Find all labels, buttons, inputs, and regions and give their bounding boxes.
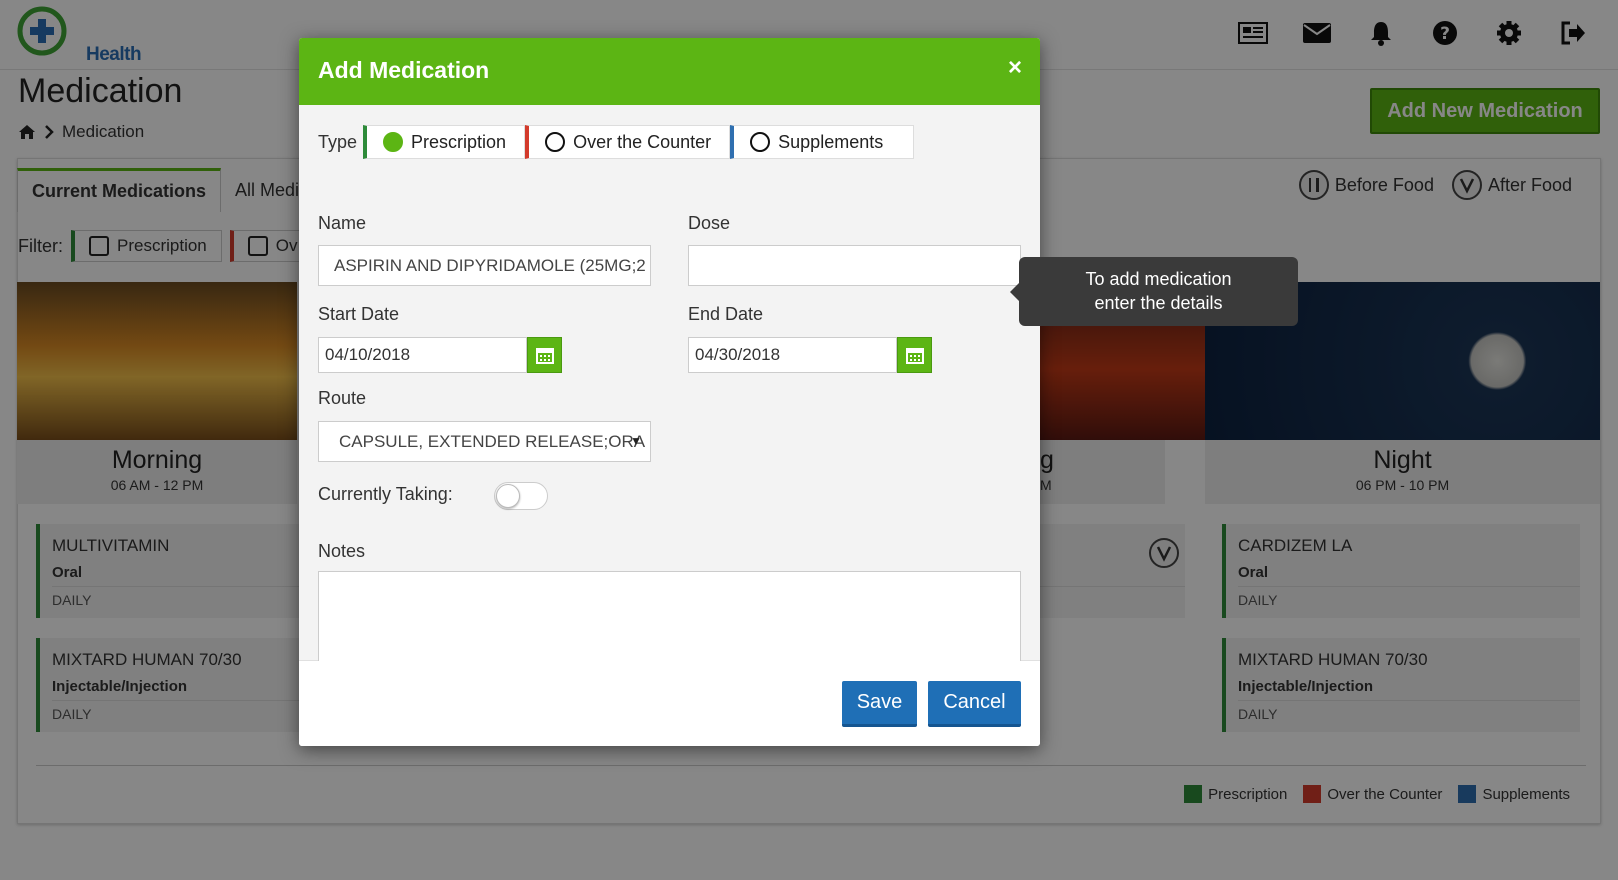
dose-input[interactable] [688,245,1021,286]
end-date-input[interactable]: 04/30/2018 [688,337,897,373]
start-date-group: 04/10/2018 [318,337,562,373]
currently-taking-toggle[interactable] [494,482,548,510]
radio-selected-icon[interactable] [383,132,404,152]
save-button[interactable]: Save [842,681,917,727]
tooltip-arrow [1010,283,1019,301]
calendar-icon[interactable] [527,337,562,373]
type-option-label: Supplements [778,131,884,152]
tooltip-line-2: enter the details [1094,293,1223,313]
end-date-label: End Date [688,304,764,324]
dialog-title: Add Medication [318,57,490,83]
close-icon[interactable]: × [1008,54,1022,82]
notes-label: Notes [318,541,366,561]
add-medication-dialog: Add Medication × Type Prescription Over … [299,38,1040,746]
type-option-label: Prescription [411,131,507,152]
end-date-group: 04/30/2018 [688,337,932,373]
type-option-label: Over the Counter [573,131,712,152]
type-label: Type [318,131,358,152]
dialog-body: Type Prescription Over the Counter Suppl… [299,105,1040,681]
type-option-supplements[interactable]: Supplements [730,125,915,159]
chevron-down-icon: ▼ [630,434,642,448]
dialog-header: Add Medication × [299,38,1040,105]
start-date-input[interactable]: 04/10/2018 [318,337,527,373]
type-selector: Type Prescription Over the Counter Suppl… [318,125,915,159]
help-tooltip: To add medication enter the details [1010,257,1298,326]
name-input[interactable]: ASPIRIN AND DIPYRIDAMOLE (25MG;2 [318,245,651,286]
dose-label: Dose [688,213,731,233]
tooltip-line-1: To add medication [1085,269,1232,289]
route-label: Route [318,388,367,408]
currently-taking-label: Currently Taking: [318,484,453,504]
calendar-icon[interactable] [897,337,932,373]
cancel-button[interactable]: Cancel [928,681,1021,727]
route-select[interactable]: CAPSULE, EXTENDED RELEASE;ORA ▼ [318,421,651,462]
type-option-otc[interactable]: Over the Counter [525,125,731,159]
radio-icon[interactable] [545,132,566,152]
dialog-footer: Save Cancel [299,661,1040,746]
start-date-label: Start Date [318,304,400,324]
toggle-knob [496,484,520,508]
type-option-prescription[interactable]: Prescription [363,125,526,159]
route-value: CAPSULE, EXTENDED RELEASE;ORA [339,431,646,451]
name-label: Name [318,213,367,233]
radio-icon[interactable] [750,132,771,152]
